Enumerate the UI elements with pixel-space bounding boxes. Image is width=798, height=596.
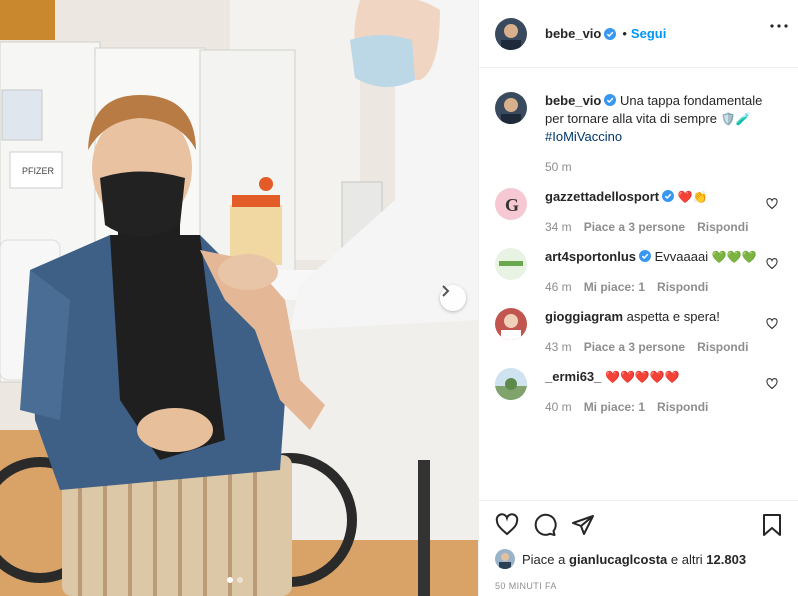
- post-header: bebe_vio • Segui: [479, 0, 798, 68]
- comment-time[interactable]: 34 m: [545, 220, 572, 234]
- comment-emoji: ❤️👏: [677, 190, 708, 204]
- comment-item: art4sportonlus Evvaaaai 💚💚💚 46 m Mi piac…: [495, 248, 782, 294]
- svg-text:G: G: [505, 195, 519, 215]
- likes-count[interactable]: 12.803: [706, 552, 746, 567]
- verified-badge-icon: [604, 94, 617, 106]
- separator-dot: •: [622, 26, 627, 41]
- caption-emoji: 🛡️🧪: [720, 112, 751, 126]
- caption-author-avatar[interactable]: [495, 92, 527, 124]
- liker-avatar[interactable]: [495, 549, 515, 569]
- post-caption: bebe_vio Una tappa fondamentale per torn…: [495, 92, 782, 174]
- comment-time[interactable]: 43 m: [545, 340, 572, 354]
- commenter-username[interactable]: _ermi63_: [545, 369, 601, 384]
- comment-text: Evvaaaai: [654, 249, 709, 264]
- more-options-icon[interactable]: [770, 24, 788, 28]
- author-avatar[interactable]: [495, 17, 527, 50]
- commenter-username[interactable]: gazzettadellosport: [545, 189, 659, 204]
- caption-username[interactable]: bebe_vio: [545, 93, 601, 108]
- pfizer-sign-label: PFIZER: [22, 166, 55, 176]
- vaccination-photo: PFIZER: [0, 0, 478, 596]
- reply-button[interactable]: Rispondi: [657, 400, 708, 414]
- author-username[interactable]: bebe_vio: [545, 26, 601, 41]
- follow-button[interactable]: Segui: [631, 26, 666, 41]
- caption-time[interactable]: 50 m: [545, 160, 572, 174]
- post-photo[interactable]: PFIZER: [0, 0, 478, 596]
- carousel-indicator: [227, 577, 243, 583]
- verified-badge-icon: [639, 250, 652, 262]
- like-heart-icon[interactable]: [495, 513, 519, 537]
- comment-item: gioggiagram aspetta e spera! 43 m Piace …: [495, 308, 782, 354]
- likes-suffix: e altri: [670, 551, 703, 567]
- reply-button[interactable]: Rispondi: [697, 340, 748, 354]
- reply-button[interactable]: Rispondi: [657, 280, 708, 294]
- likes-user[interactable]: gianlucaglcosta: [569, 552, 667, 567]
- caption-hashtag[interactable]: #IoMiVaccino: [545, 129, 622, 144]
- comment-likes[interactable]: Mi piace: 1: [584, 400, 645, 414]
- comment-time[interactable]: 46 m: [545, 280, 572, 294]
- comment-time[interactable]: 40 m: [545, 400, 572, 414]
- carousel-dot: [237, 577, 243, 583]
- commenter-avatar[interactable]: G: [495, 188, 527, 220]
- commenter-username[interactable]: gioggiagram: [545, 309, 623, 324]
- comment-bubble-icon[interactable]: [533, 513, 557, 537]
- comments-section: bebe_vio Una tappa fondamentale per torn…: [479, 68, 798, 414]
- comment-item: G gazzettadellosport ❤️👏 34 m Piace a 3 …: [495, 188, 782, 234]
- verified-badge-icon: [604, 27, 617, 40]
- commenter-avatar[interactable]: [495, 308, 527, 340]
- like-comment-heart-icon[interactable]: [766, 318, 778, 330]
- like-comment-heart-icon[interactable]: [766, 198, 778, 210]
- carousel-dot-active: [227, 577, 233, 583]
- comment-item: _ermi63_ ❤️❤️❤️❤️❤️ 40 m Mi piace: 1 Ris…: [495, 368, 782, 414]
- commenter-avatar[interactable]: [495, 248, 527, 280]
- action-icons: [495, 513, 783, 537]
- save-bookmark-icon[interactable]: [761, 513, 783, 537]
- commenter-avatar[interactable]: [495, 368, 527, 400]
- instagram-post: PFIZER bebe_vio • Segui bebe_vio Una tap…: [0, 0, 798, 596]
- commenter-username[interactable]: art4sportonlus: [545, 249, 636, 264]
- reply-button[interactable]: Rispondi: [697, 220, 748, 234]
- chevron-right-icon: [442, 285, 450, 297]
- comment-emoji: 💚💚💚: [711, 250, 757, 264]
- post-timestamp[interactable]: 50 MINUTI FA: [495, 581, 783, 591]
- verified-badge-icon: [662, 190, 675, 202]
- likes-summary: Piace a gianlucaglcosta e altri 12.803: [495, 549, 783, 569]
- next-photo-button[interactable]: [440, 285, 466, 311]
- share-paper-plane-icon[interactable]: [571, 513, 595, 537]
- comment-emoji: ❤️❤️❤️❤️❤️: [605, 370, 680, 384]
- comment-likes[interactable]: Mi piace: 1: [584, 280, 645, 294]
- comment-text: aspetta e spera!: [626, 309, 720, 324]
- comment-likes[interactable]: Piace a 3 persone: [584, 220, 685, 234]
- likes-prefix: Piace a: [522, 551, 566, 567]
- post-actions: Piace a gianlucaglcosta e altri 12.803 5…: [479, 500, 798, 591]
- post-side-panel: bebe_vio • Segui bebe_vio Una tappa fond…: [478, 0, 798, 596]
- comment-likes[interactable]: Piace a 3 persone: [584, 340, 685, 354]
- like-comment-heart-icon[interactable]: [766, 378, 778, 390]
- like-comment-heart-icon[interactable]: [766, 258, 778, 270]
